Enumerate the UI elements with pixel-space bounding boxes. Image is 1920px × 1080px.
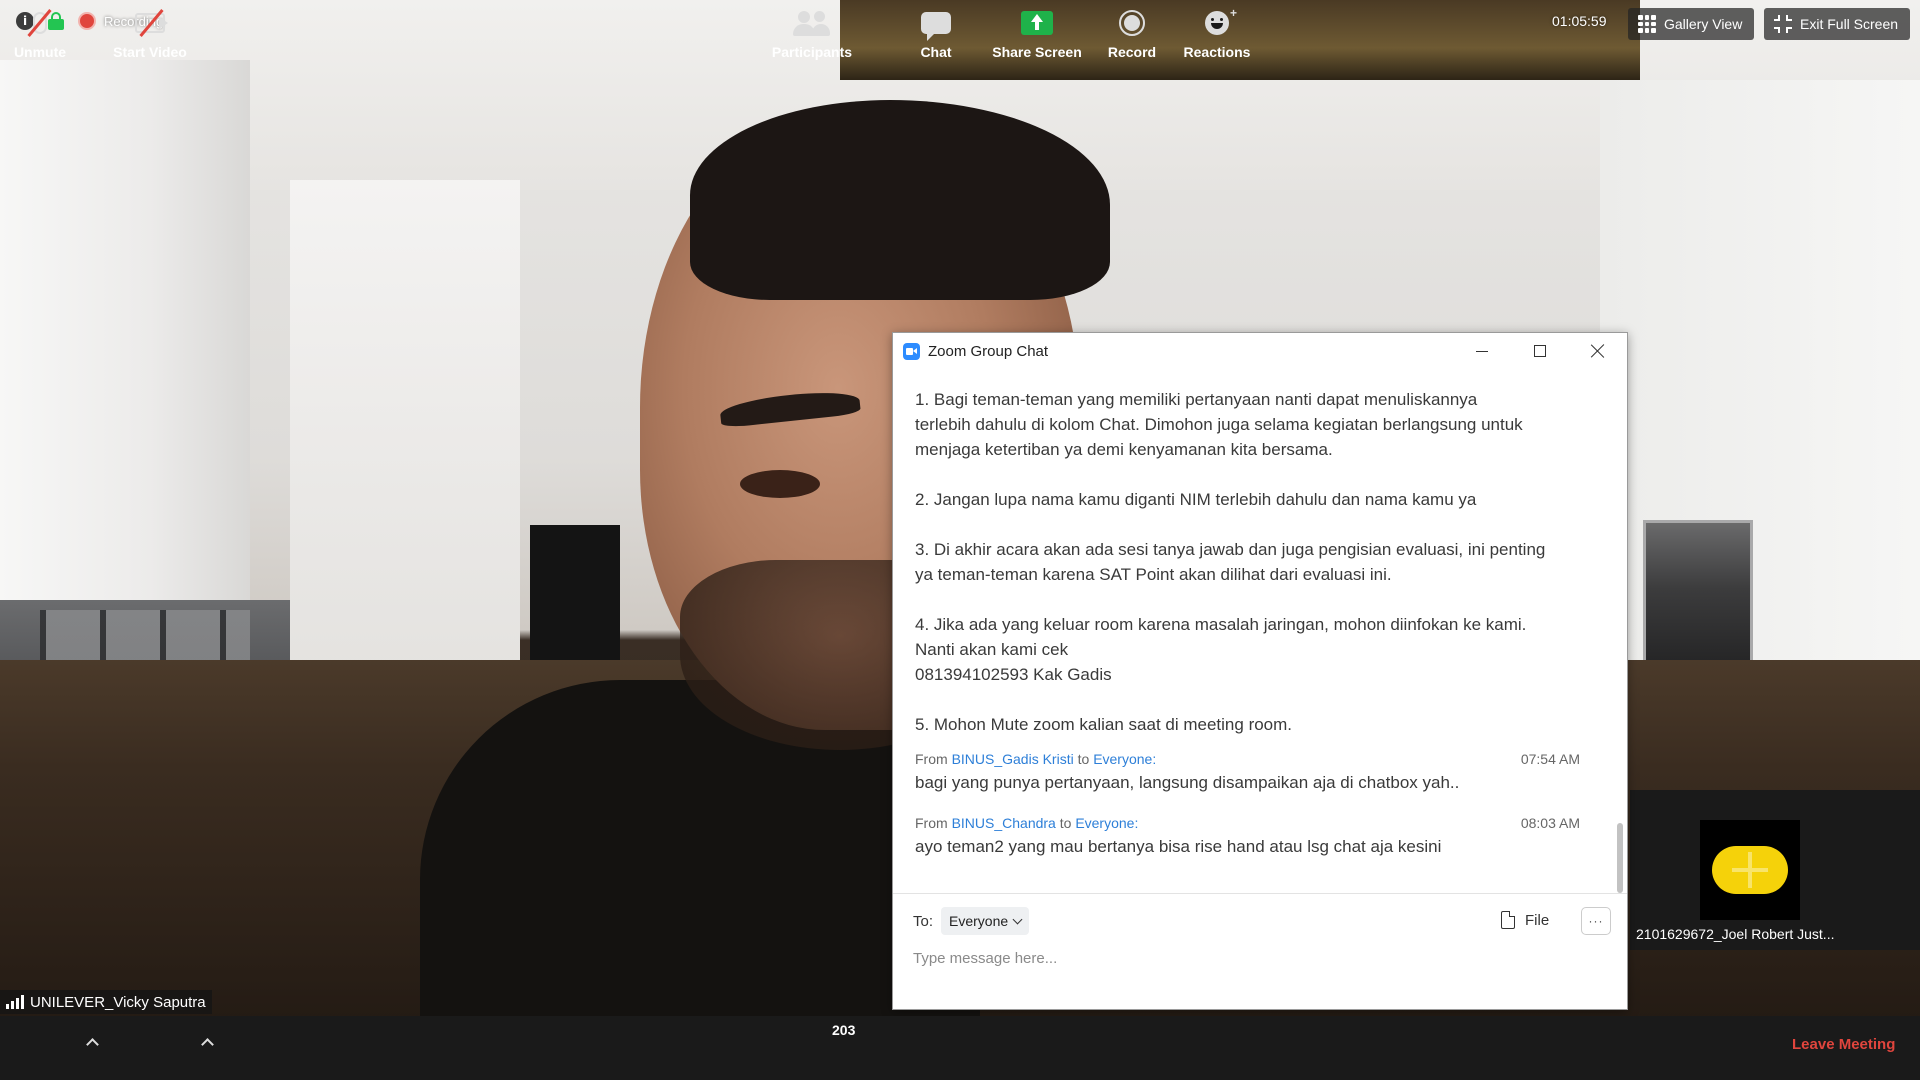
leave-meeting-button[interactable]: Leave Meeting — [1792, 1036, 1895, 1053]
message-input[interactable] — [913, 943, 1603, 973]
message-text: ayo teman2 yang mau bertanya bisa rise h… — [915, 837, 1442, 856]
audio-options-chevron-up-icon[interactable] — [85, 1036, 99, 1050]
video-wall-panel — [290, 180, 520, 740]
gallery-view-button[interactable]: Gallery View — [1628, 8, 1754, 40]
reactions-button[interactable]: + Reactions — [1178, 0, 1256, 64]
recipient-row: To: Everyone — [913, 907, 1030, 935]
participants-label: Participants — [771, 44, 853, 60]
recording-icon — [78, 12, 96, 30]
announcement-item: 3. Di akhir acara akan ada sesi tanya ja… — [915, 537, 1575, 587]
file-icon — [1501, 911, 1515, 929]
announcement-line: 4. Jika ada yang keluar room karena masa… — [915, 615, 1527, 634]
announcement-item: 2. Jangan lupa nama kamu diganti NIM ter… — [915, 487, 1575, 512]
chat-titlebar[interactable]: Zoom Group Chat — [893, 333, 1627, 369]
announcement-line: 3. Di akhir acara akan ada sesi tanya ja… — [915, 540, 1546, 559]
participants-icon — [790, 6, 834, 40]
announcement-item: 5. Mohon Mute zoom kalian saat di meetin… — [915, 712, 1575, 737]
to-prefix: to — [1059, 815, 1072, 831]
share-screen-label: Share Screen — [992, 44, 1082, 60]
unmute-button[interactable]: Unmute — [8, 0, 72, 64]
minimize-button[interactable] — [1453, 333, 1511, 369]
grid-icon — [1638, 15, 1656, 33]
chat-message-list[interactable]: 1. Bagi teman-teman yang memiliki pertan… — [893, 369, 1615, 929]
video-window — [0, 60, 250, 620]
speaker-name: UNILEVER_Vicky Saputra — [30, 993, 206, 1011]
to-label: To: — [913, 912, 934, 930]
close-button[interactable] — [1569, 333, 1627, 369]
recipient-select[interactable]: Everyone — [941, 907, 1030, 935]
record-label: Record — [1107, 44, 1157, 60]
group-chat-window[interactable]: Zoom Group Chat 1. Bagi teman-teman yang… — [892, 332, 1628, 1010]
chevron-down-icon — [1012, 914, 1023, 924]
sender-name[interactable]: BINUS_Gadis Kristi — [952, 751, 1074, 767]
to-prefix: to — [1077, 751, 1090, 767]
participant-name: 2101629672_Joel Robert Just... — [1636, 926, 1835, 942]
maximize-icon — [1534, 345, 1546, 357]
signal-strength-icon — [6, 995, 24, 1009]
unmute-label: Unmute — [13, 44, 67, 60]
announcement-item: 1. Bagi teman-teman yang memiliki pertan… — [915, 387, 1575, 462]
close-icon — [1591, 344, 1605, 358]
speaker-name-tag: UNILEVER_Vicky Saputra — [0, 990, 212, 1014]
video-person-eye — [740, 470, 820, 498]
chat-window-title: Zoom Group Chat — [928, 342, 1049, 360]
chat-icon — [914, 6, 958, 41]
sender-name[interactable]: BINUS_Chandra — [952, 815, 1056, 831]
compress-icon — [1774, 15, 1792, 33]
more-options-button[interactable]: ··· — [1581, 907, 1611, 935]
avatar — [1700, 820, 1800, 920]
record-icon — [1110, 6, 1154, 40]
announcement-line: Nanti akan kami cek — [915, 640, 1069, 659]
announcement-line: ya teman-teman karena SAT Point akan dil… — [915, 565, 1392, 584]
announcement-line: menjaga ketertiban ya demi kenyamanan ki… — [915, 440, 1333, 459]
participant-thumbnail[interactable]: 2101629672_Joel Robert Just... — [1630, 790, 1920, 950]
video-off-icon — [128, 6, 172, 40]
file-button[interactable]: File — [1501, 911, 1549, 929]
video-options-chevron-up-icon[interactable] — [200, 1036, 214, 1050]
mic-muted-icon — [18, 6, 62, 40]
message-text: bagi yang punya pertanyaan, langsung dis… — [915, 773, 1460, 792]
gallery-view-label: Gallery View — [1664, 16, 1743, 32]
message-time: 07:54 AM — [1520, 751, 1580, 767]
recipient-name[interactable]: Everyone: — [1093, 751, 1156, 767]
exit-fullscreen-label: Exit Full Screen — [1800, 16, 1899, 32]
zoom-logo-icon — [903, 342, 920, 360]
share-screen-button[interactable]: Share Screen — [990, 0, 1084, 64]
message-header: From BINUS_Gadis Kristi to Everyone: 07:… — [915, 751, 1580, 767]
start-video-button[interactable]: Start Video — [108, 0, 192, 64]
announcement-line: 081394102593 Kak Gadis — [915, 665, 1112, 684]
divider — [893, 893, 1627, 894]
announcement-line: 2. Jangan lupa nama kamu diganti NIM ter… — [915, 490, 1477, 509]
share-screen-icon — [1015, 6, 1059, 40]
chat-button[interactable]: Chat — [906, 0, 966, 64]
chat-label: Chat — [920, 44, 952, 60]
maximize-button[interactable] — [1511, 333, 1569, 369]
participants-button[interactable]: Participants — [766, 0, 858, 64]
reactions-icon: + — [1195, 6, 1239, 40]
announcement-line: 5. Mohon Mute zoom kalian saat di meetin… — [915, 715, 1293, 734]
meeting-timer: 01:05:59 — [1552, 13, 1607, 29]
reactions-label: Reactions — [1183, 44, 1251, 60]
message-header: From BINUS_Chandra to Everyone: 08:03 AM — [915, 815, 1580, 831]
chat-scrollbar[interactable] — [1615, 373, 1625, 933]
start-video-label: Start Video — [113, 44, 187, 60]
record-button[interactable]: Record — [1102, 0, 1162, 64]
recipient-name[interactable]: Everyone: — [1075, 815, 1138, 831]
from-prefix: From — [915, 751, 948, 767]
message-time: 08:03 AM — [1520, 815, 1580, 831]
minimize-icon — [1476, 350, 1488, 352]
announcement-line: terlebih dahulu di kolom Chat. Dimohon j… — [915, 415, 1523, 434]
exit-fullscreen-button[interactable]: Exit Full Screen — [1764, 8, 1910, 40]
from-prefix: From — [915, 815, 948, 831]
file-label: File — [1525, 911, 1550, 929]
announcement-item: 4. Jika ada yang keluar room karena masa… — [915, 612, 1575, 687]
announcement-line: 1. Bagi teman-teman yang memiliki pertan… — [915, 390, 1478, 409]
video-tv — [530, 525, 620, 675]
scrollbar-thumb[interactable] — [1617, 823, 1623, 893]
avatar-image — [1712, 846, 1788, 894]
participant-count-badge: 203 — [832, 1022, 856, 1038]
recipient-select-value: Everyone — [949, 913, 1009, 929]
meeting-toolbar — [0, 1016, 1920, 1080]
